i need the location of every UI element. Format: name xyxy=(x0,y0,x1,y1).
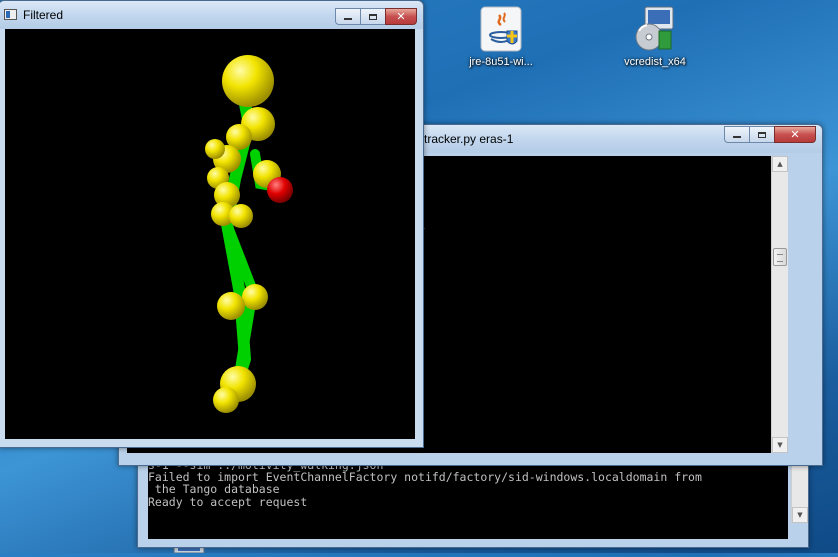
minimize-button[interactable] xyxy=(335,8,361,25)
close-icon: ✕ xyxy=(790,128,800,141)
desktop-icon-jre[interactable]: jre-8u51-wi... xyxy=(461,5,541,68)
window-title: Filtered xyxy=(23,8,64,22)
minimize-icon xyxy=(344,18,352,20)
console-line: the Tango database xyxy=(148,482,280,497)
java-installer-icon xyxy=(477,5,525,53)
close-icon: ✕ xyxy=(396,10,406,23)
setup-cd-icon xyxy=(631,5,679,53)
maximize-button[interactable] xyxy=(360,8,386,25)
minimize-button[interactable] xyxy=(724,126,750,143)
desktop-icon-label: jre-8u51-wi... xyxy=(469,56,533,68)
skeleton-render xyxy=(205,55,293,413)
console-line: Ready to accept request xyxy=(148,494,308,509)
window-controls: ✕ xyxy=(724,126,816,144)
scroll-down-icon[interactable]: ▼ xyxy=(772,437,788,453)
desktop-icon-label: vcredist_x64 xyxy=(624,56,686,68)
app-window-icon xyxy=(4,9,17,20)
filtered-titlebar[interactable]: Filtered ✕ xyxy=(0,1,423,29)
back-console-scrollbar[interactable]: ▼ xyxy=(791,459,808,523)
minimize-icon xyxy=(733,136,741,138)
desktop-icon-vcredist[interactable]: vcredist_x64 xyxy=(615,5,695,68)
window-controls: ✕ xyxy=(335,8,417,26)
window-title: tracker.py eras-1 xyxy=(424,132,514,146)
maximize-icon xyxy=(758,131,766,138)
back-console-output[interactable]: s-1 --sim ../motivity_walking.json Faile… xyxy=(148,459,788,539)
scrollbar-thumb[interactable] xyxy=(773,248,787,266)
close-button[interactable]: ✕ xyxy=(774,126,816,143)
maximize-icon xyxy=(369,13,377,20)
maximize-button[interactable] xyxy=(749,126,775,143)
scroll-down-icon[interactable]: ▼ xyxy=(792,507,808,523)
close-button[interactable]: ✕ xyxy=(385,8,417,25)
tracker-console-scrollbar[interactable]: ▲ ▼ xyxy=(771,156,788,453)
filtered-window[interactable]: Filtered ✕ xyxy=(0,0,424,448)
scroll-up-icon[interactable]: ▲ xyxy=(772,156,788,172)
skeleton-viewport[interactable] xyxy=(5,29,415,439)
